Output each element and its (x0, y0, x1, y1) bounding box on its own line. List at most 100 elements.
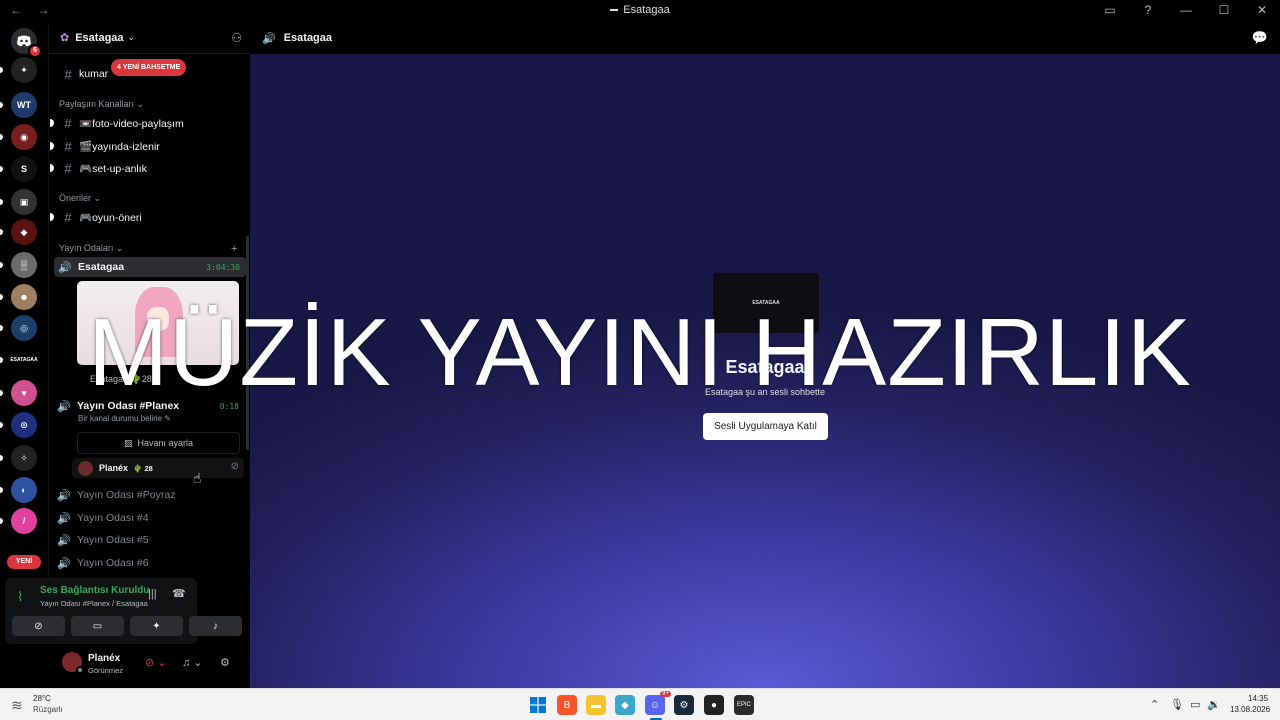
server-header[interactable]: ✿ Esatagaa ⌄ ⚇ (49, 22, 251, 54)
server-icon[interactable]: / (11, 508, 37, 534)
category-share[interactable]: Paylaşım Kanalları ⌄ (59, 99, 144, 110)
voice-status-title[interactable]: Ses Bağlantısı Kuruldu (40, 585, 149, 596)
signal-icon[interactable]: ⌇ (17, 589, 23, 605)
speaker-icon: 🔊 (58, 261, 72, 274)
server-icon[interactable]: ▣ (11, 189, 37, 215)
server-icon[interactable]: ♥ (11, 380, 37, 406)
screen-share-button[interactable]: ▭ (71, 616, 124, 636)
mic-muted-icon[interactable]: ⊘ ⌄ (145, 656, 167, 669)
avatar[interactable] (62, 652, 84, 674)
server-icon[interactable]: ◉ (11, 124, 37, 150)
channel-status-prompt[interactable]: Bir kanal durumu belirle ✎ (78, 414, 171, 423)
minimize-icon[interactable]: — (1178, 2, 1194, 18)
brave-icon[interactable]: B (557, 695, 577, 715)
voice-connection-panel: ⌇ Ses Bağlantısı Kuruldu Yayın Odası #Pl… (5, 578, 242, 644)
clock-time[interactable]: 14:35 (1248, 694, 1268, 703)
discord-taskbar-icon[interactable]: ☺ 9+ (645, 691, 671, 715)
voice-member-row[interactable]: Planéx 🌵 28 ⊘ (72, 458, 244, 478)
help-icon[interactable]: ? (1140, 2, 1156, 18)
noise-suppression-icon[interactable]: ||| (148, 588, 157, 600)
voice-status-subtitle[interactable]: Yayın Odası #Planex / Esatagaa (40, 599, 148, 608)
weather-temp[interactable]: 28°C (33, 694, 51, 703)
channel-label: kumar (79, 68, 109, 80)
member-name: Planéx (99, 463, 129, 473)
clock-date[interactable]: 13.08.2026 (1230, 705, 1270, 714)
title-bar: ← → Esatagaa ▭ ? — ☐ ✕ (0, 0, 1280, 22)
sidebar-scrollbar[interactable] (246, 236, 249, 450)
voice-channel[interactable]: 🔊 Yayın Odası #6 (53, 553, 245, 573)
stream-preview[interactable] (77, 281, 239, 365)
server-icon[interactable]: ✧ (11, 445, 37, 471)
channel-foto-video[interactable]: # 📼foto-video-paylaşım (50, 113, 246, 133)
server-icon[interactable]: ◎ (11, 315, 37, 341)
network-icon[interactable]: ▭ (1190, 698, 1200, 711)
settings-gear-icon[interactable]: ⚙ (220, 656, 230, 669)
windows-start-icon[interactable] (528, 695, 548, 715)
server-icon[interactable]: ✦ (11, 57, 37, 83)
chat-bubble-icon[interactable]: 💬 (1252, 30, 1268, 46)
tray-chevron-icon[interactable]: ⌃ (1150, 698, 1159, 711)
channel-label: 🎬yayında-izlenir (79, 140, 160, 153)
stream-user-label: Esatagaa 🌵28 (90, 374, 152, 384)
steam-icon[interactable]: ⚙ (674, 695, 694, 715)
obs-icon[interactable]: ● (704, 695, 724, 715)
volume-icon[interactable]: 🔉 (1207, 698, 1221, 711)
channel-oyun-oneri[interactable]: # 🎮oyun-öneri (50, 207, 246, 227)
disconnect-icon[interactable]: ☎ (172, 587, 186, 600)
server-name: Esatagaa (75, 31, 124, 44)
voice-channel[interactable]: 🔊 Yayın Odası #5 (53, 530, 245, 550)
voice-channel[interactable]: 🔊 Yayın Odası #4 (53, 508, 245, 528)
server-flower-icon: ✿ (60, 32, 70, 44)
new-servers-badge[interactable]: YENİ (7, 555, 41, 569)
unread-pill (0, 229, 3, 235)
app-icon[interactable]: ◆ (615, 695, 635, 715)
weather-desc[interactable]: Rüzgarlı (33, 705, 63, 714)
mention-badge[interactable]: 4 YENİ BAHSETME (111, 59, 187, 76)
server-icon[interactable]: WT (11, 92, 37, 118)
speaker-icon: 🔊 (57, 557, 71, 570)
stage-name: Esatagaa (725, 357, 805, 377)
add-channel-icon[interactable]: + (231, 243, 237, 255)
voice-channel-esatagaa[interactable]: 🔊 Esatagaa 3:04:30 (54, 257, 246, 277)
camera-off-button[interactable]: ⊘ (12, 616, 65, 636)
speaker-icon: 🔊 (57, 400, 71, 413)
avatar-setup-button[interactable]: ▨ Havanı ayarla (77, 432, 240, 454)
maximize-icon[interactable]: ☐ (1216, 2, 1232, 18)
user-status: Görünmez (88, 666, 124, 675)
epic-games-icon[interactable]: EPIC (734, 695, 754, 715)
headphones-icon[interactable]: ♫ ⌄ (182, 656, 203, 669)
speaker-icon: 🔊 (57, 534, 71, 547)
soundboard-button[interactable]: ♪ (189, 616, 242, 636)
voice-channel[interactable]: 🔊 Yayın Odası #Poyraz (53, 485, 245, 505)
server-icon[interactable]: ◆ (11, 219, 37, 245)
wind-icon[interactable]: ≋ (11, 697, 23, 714)
stream-card[interactable]: ESATAGAA (713, 273, 819, 333)
inbox-icon[interactable]: ▭ (1102, 2, 1118, 18)
server-icon[interactable]: ⊙ (11, 412, 37, 438)
stage-subtitle: Esatagaa şu an sesli sohbette (704, 387, 826, 397)
channel-set-up-anlik[interactable]: # 🎮set-up-anlık (50, 158, 246, 178)
add-user-icon[interactable]: ⚇ (231, 31, 242, 45)
category-suggest[interactable]: Öneriler ⌄ (59, 193, 101, 204)
activities-button[interactable]: ✦ (130, 616, 183, 636)
server-icon[interactable]: ▒ (11, 252, 37, 278)
discord-home-icon[interactable]: 6 (11, 28, 42, 58)
voice-channel-planex[interactable]: 🔊 Yayın Odası #Planex 0:18 (53, 396, 245, 416)
user-name[interactable]: Planéx (88, 653, 120, 664)
server-icon[interactable]: ESATAGAA (10, 347, 38, 373)
category-voice[interactable]: Yayın Odaları ⌄ + (59, 243, 241, 255)
join-voice-button[interactable]: Sesli Uygulamaya Katıl (703, 413, 828, 440)
close-icon[interactable]: ✕ (1254, 2, 1270, 18)
channel-yayinda-izlenir[interactable]: # 🎬yayında-izlenir (50, 136, 246, 156)
hash-icon: # (64, 160, 72, 176)
user-panel: Planéx Görünmez ⊘ ⌄ ♫ ⌄ ⚙ (48, 644, 250, 688)
server-icon[interactable]: ◐ (11, 477, 37, 503)
file-explorer-icon[interactable]: ▬ (586, 695, 606, 715)
image-icon: ▨ (123, 437, 133, 448)
chevron-down-icon: ⌄ (127, 32, 136, 42)
server-icon[interactable]: ☻ (11, 284, 37, 310)
unread-pill (0, 102, 3, 108)
mic-tray-icon[interactable]: 🎙 (1170, 698, 1184, 711)
server-icon[interactable]: S (11, 156, 37, 182)
unread-pill (0, 455, 3, 461)
